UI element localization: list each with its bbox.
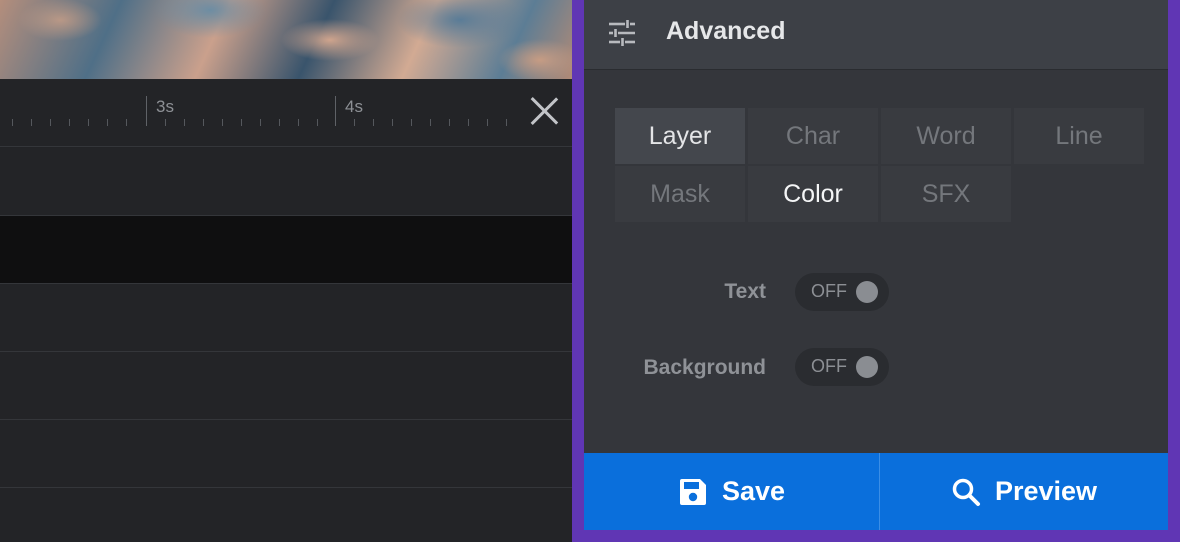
panel-title: Advanced [666,17,786,45]
tab-layer[interactable]: Layer [615,108,745,164]
animation-target-tabs: Layer Char Word Line Mask Color SFX [615,108,1145,222]
preview-button[interactable]: Preview [880,453,1168,530]
save-button-label: Save [721,476,786,506]
toggle-knob [856,281,878,303]
close-icon[interactable] [528,95,560,127]
ruler-tick [506,119,507,126]
ruler-tick [69,119,70,126]
panel-footer: Save Preview [584,453,1168,530]
ruler-tick [373,119,374,126]
toggle-knob [856,356,878,378]
ruler-major-tick [146,96,147,126]
ruler-label-3s: 3s [156,97,174,116]
timeline-track[interactable] [0,420,572,488]
tab-color[interactable]: Color [748,166,878,222]
background-option-label: Background [643,356,766,379]
sliders-icon [609,20,635,46]
ruler-tick [411,119,412,126]
ruler-tick [50,119,51,126]
ruler-tick [298,119,299,126]
ruler-tick [430,119,431,126]
ruler-tick [392,119,393,126]
floppy-disk-icon [679,478,706,505]
text-option-label: Text [724,280,766,303]
timeline-track-selected[interactable] [0,216,572,284]
save-button[interactable]: Save [584,453,879,530]
ruler-tick [222,119,223,126]
advanced-panel: Advanced Layer Char Word Line Mask Color… [584,0,1168,530]
timeline-area: 3s 4s [0,0,572,542]
time-ruler[interactable]: 3s 4s [0,79,572,147]
toggle-state-text: OFF [811,356,847,376]
ruler-tick [107,119,108,126]
ruler-label-4s: 4s [345,97,363,116]
ruler-tick [203,119,204,126]
ruler-tick [88,119,89,126]
canvas-image-preview [0,0,572,79]
tab-mask[interactable]: Mask [615,166,745,222]
timeline-track[interactable] [0,148,572,216]
tab-word[interactable]: Word [881,108,1011,164]
ruler-tick [354,119,355,126]
preview-button-label: Preview [994,476,1098,506]
ruler-tick [31,119,32,126]
ruler-tick [165,119,166,126]
ruler-tick [449,119,450,126]
ruler-tick [279,119,280,126]
timeline-track[interactable] [0,488,572,542]
toggle-state-text: OFF [811,281,847,301]
ruler-tick [317,119,318,126]
ruler-tick [12,119,13,126]
ruler-major-tick [335,96,336,126]
timeline-track[interactable] [0,284,572,352]
ruler-tick [468,119,469,126]
background-color-toggle[interactable]: OFF [795,348,889,386]
ruler-tick [241,119,242,126]
tab-line[interactable]: Line [1014,108,1144,164]
panel-header: Advanced [584,0,1168,70]
timeline-track[interactable] [0,352,572,420]
ruler-tick [126,119,127,126]
tab-sfx[interactable]: SFX [881,166,1011,222]
ruler-tick [487,119,488,126]
tab-char[interactable]: Char [748,108,878,164]
search-icon [952,478,980,506]
text-color-toggle[interactable]: OFF [795,273,889,311]
ruler-tick [260,119,261,126]
ruler-tick [184,119,185,126]
